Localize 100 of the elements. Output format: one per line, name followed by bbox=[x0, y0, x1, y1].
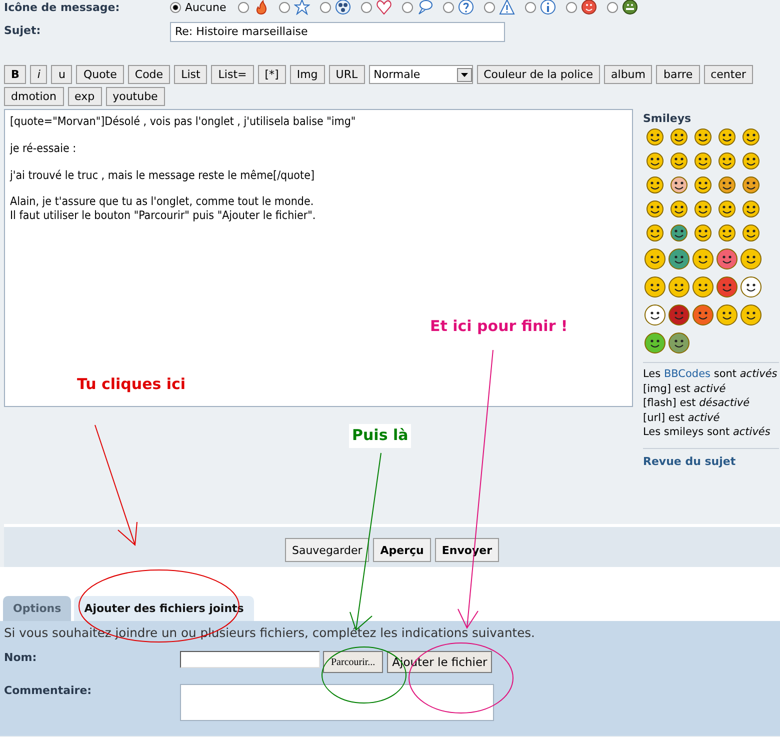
smiley-icon bbox=[740, 276, 762, 298]
bbcode-status-text: Les BBCodes sont activés bbox=[643, 367, 778, 382]
smiley-icon bbox=[694, 200, 712, 218]
smiley-icon bbox=[742, 176, 760, 194]
field-label: Icône de message: bbox=[4, 0, 121, 14]
smiley-icon bbox=[670, 128, 688, 146]
star-icon bbox=[294, 0, 310, 15]
smiley-icon bbox=[718, 224, 736, 242]
smiley-icon bbox=[716, 276, 738, 298]
dropdown-caret-icon bbox=[456, 68, 472, 82]
format-button[interactable]: B bbox=[4, 65, 26, 84]
smiley-icon bbox=[644, 276, 666, 298]
radio-button[interactable] bbox=[238, 2, 250, 12]
smiley-icon bbox=[646, 176, 664, 194]
smiley-icon bbox=[668, 248, 690, 270]
format-button[interactable]: barre bbox=[656, 65, 700, 84]
smiley-icon bbox=[622, 0, 638, 15]
warning-icon bbox=[499, 0, 516, 15]
smiley-icon bbox=[670, 176, 688, 194]
field-label: Sujet: bbox=[4, 23, 42, 37]
format-button[interactable]: List= bbox=[211, 65, 254, 84]
info-icon bbox=[540, 0, 556, 15]
smiley-icon bbox=[670, 224, 688, 242]
status-text: [url] est activé bbox=[643, 410, 721, 425]
smiley-icon bbox=[718, 128, 736, 146]
format-button[interactable]: u bbox=[51, 65, 72, 84]
subject-field[interactable]: Re: Histoire marseillaise bbox=[170, 22, 505, 42]
smiley-icon bbox=[718, 152, 736, 170]
radio-button[interactable] bbox=[484, 2, 496, 12]
smiley-icon bbox=[581, 0, 598, 15]
smiley-icon bbox=[718, 176, 736, 194]
radio-button[interactable] bbox=[361, 2, 372, 12]
radio-button[interactable] bbox=[170, 2, 181, 12]
radio-button[interactable] bbox=[320, 2, 332, 12]
browse-button[interactable]: Parcourir... bbox=[323, 651, 384, 673]
smiley-icon bbox=[646, 224, 664, 242]
smiley-icon bbox=[644, 304, 666, 326]
status-text: [flash] est désactivé bbox=[643, 396, 751, 410]
smiley-icon bbox=[670, 200, 688, 218]
smiley-icon bbox=[644, 248, 666, 270]
format-button[interactable]: URL bbox=[328, 65, 365, 84]
smiley-icon bbox=[646, 200, 664, 218]
radio-button[interactable] bbox=[402, 2, 414, 12]
status-text: [img] est activé bbox=[643, 382, 727, 396]
smiley-icon bbox=[740, 248, 762, 270]
heart-icon bbox=[376, 0, 392, 15]
smiley-icon bbox=[694, 128, 712, 146]
format-button[interactable]: youtube bbox=[106, 87, 165, 106]
smiley-icon bbox=[692, 304, 714, 326]
smiley-icon bbox=[692, 276, 714, 298]
comment-field[interactable] bbox=[180, 684, 494, 721]
smiley-icon bbox=[668, 276, 690, 298]
field-label: Commentaire: bbox=[4, 684, 93, 697]
annotation-text: Puis là bbox=[349, 424, 412, 448]
question-mark-icon bbox=[458, 0, 474, 15]
radio-button[interactable] bbox=[607, 2, 618, 12]
field-label: Nom: bbox=[4, 651, 38, 664]
radio-button[interactable] bbox=[443, 2, 454, 12]
tab[interactable]: Options bbox=[3, 596, 72, 621]
submit-button[interactable]: Aperçu bbox=[373, 538, 431, 562]
smiley-icon bbox=[694, 152, 712, 170]
bbcodes-link[interactable]: BBCodes bbox=[664, 368, 711, 380]
smiley-icon bbox=[716, 248, 738, 270]
smiley-icon bbox=[742, 128, 760, 146]
smiley-icon bbox=[694, 176, 712, 194]
smiley-icon bbox=[740, 304, 762, 326]
status-text: Les smileys sont activés bbox=[643, 425, 772, 440]
option-label: Aucune bbox=[185, 0, 226, 14]
smiley-icon bbox=[646, 152, 664, 170]
review-topic-link[interactable]: Revue du sujet bbox=[643, 454, 736, 468]
format-button[interactable]: Img bbox=[290, 65, 325, 84]
radio-button[interactable] bbox=[279, 2, 290, 12]
format-button[interactable]: dmotion bbox=[4, 87, 64, 106]
format-button[interactable]: exp bbox=[68, 87, 102, 106]
speech-bubble-icon bbox=[417, 0, 434, 15]
smiley-icon bbox=[718, 200, 736, 218]
smiley-icon bbox=[742, 224, 760, 242]
radio-button[interactable] bbox=[525, 2, 536, 12]
format-button[interactable]: Code bbox=[128, 65, 170, 84]
size-dropdown[interactable]: Normale bbox=[368, 65, 473, 84]
smiley-icon bbox=[668, 332, 690, 354]
smileys-heading: Smileys bbox=[643, 112, 692, 125]
file-name-field[interactable] bbox=[180, 651, 320, 668]
format-button[interactable]: i bbox=[30, 65, 48, 84]
smiley-icon bbox=[742, 200, 760, 218]
smiley-icon bbox=[668, 304, 690, 326]
smiley-icon bbox=[644, 332, 666, 354]
radio-button[interactable] bbox=[566, 2, 578, 12]
smiley-icon bbox=[742, 152, 760, 170]
smiley-icon bbox=[692, 248, 714, 270]
smiley-icon bbox=[670, 152, 688, 170]
format-button[interactable]: center bbox=[704, 65, 753, 84]
format-button[interactable]: [*] bbox=[258, 65, 286, 84]
smiley-icon bbox=[646, 128, 664, 146]
format-button[interactable]: album bbox=[604, 65, 652, 84]
format-button[interactable]: List bbox=[174, 65, 208, 84]
submit-button[interactable]: Sauvegarder bbox=[284, 538, 370, 562]
smiley-icon bbox=[716, 304, 738, 326]
format-button[interactable]: Quote bbox=[76, 65, 124, 84]
format-button[interactable]: Couleur de la police bbox=[476, 65, 600, 84]
